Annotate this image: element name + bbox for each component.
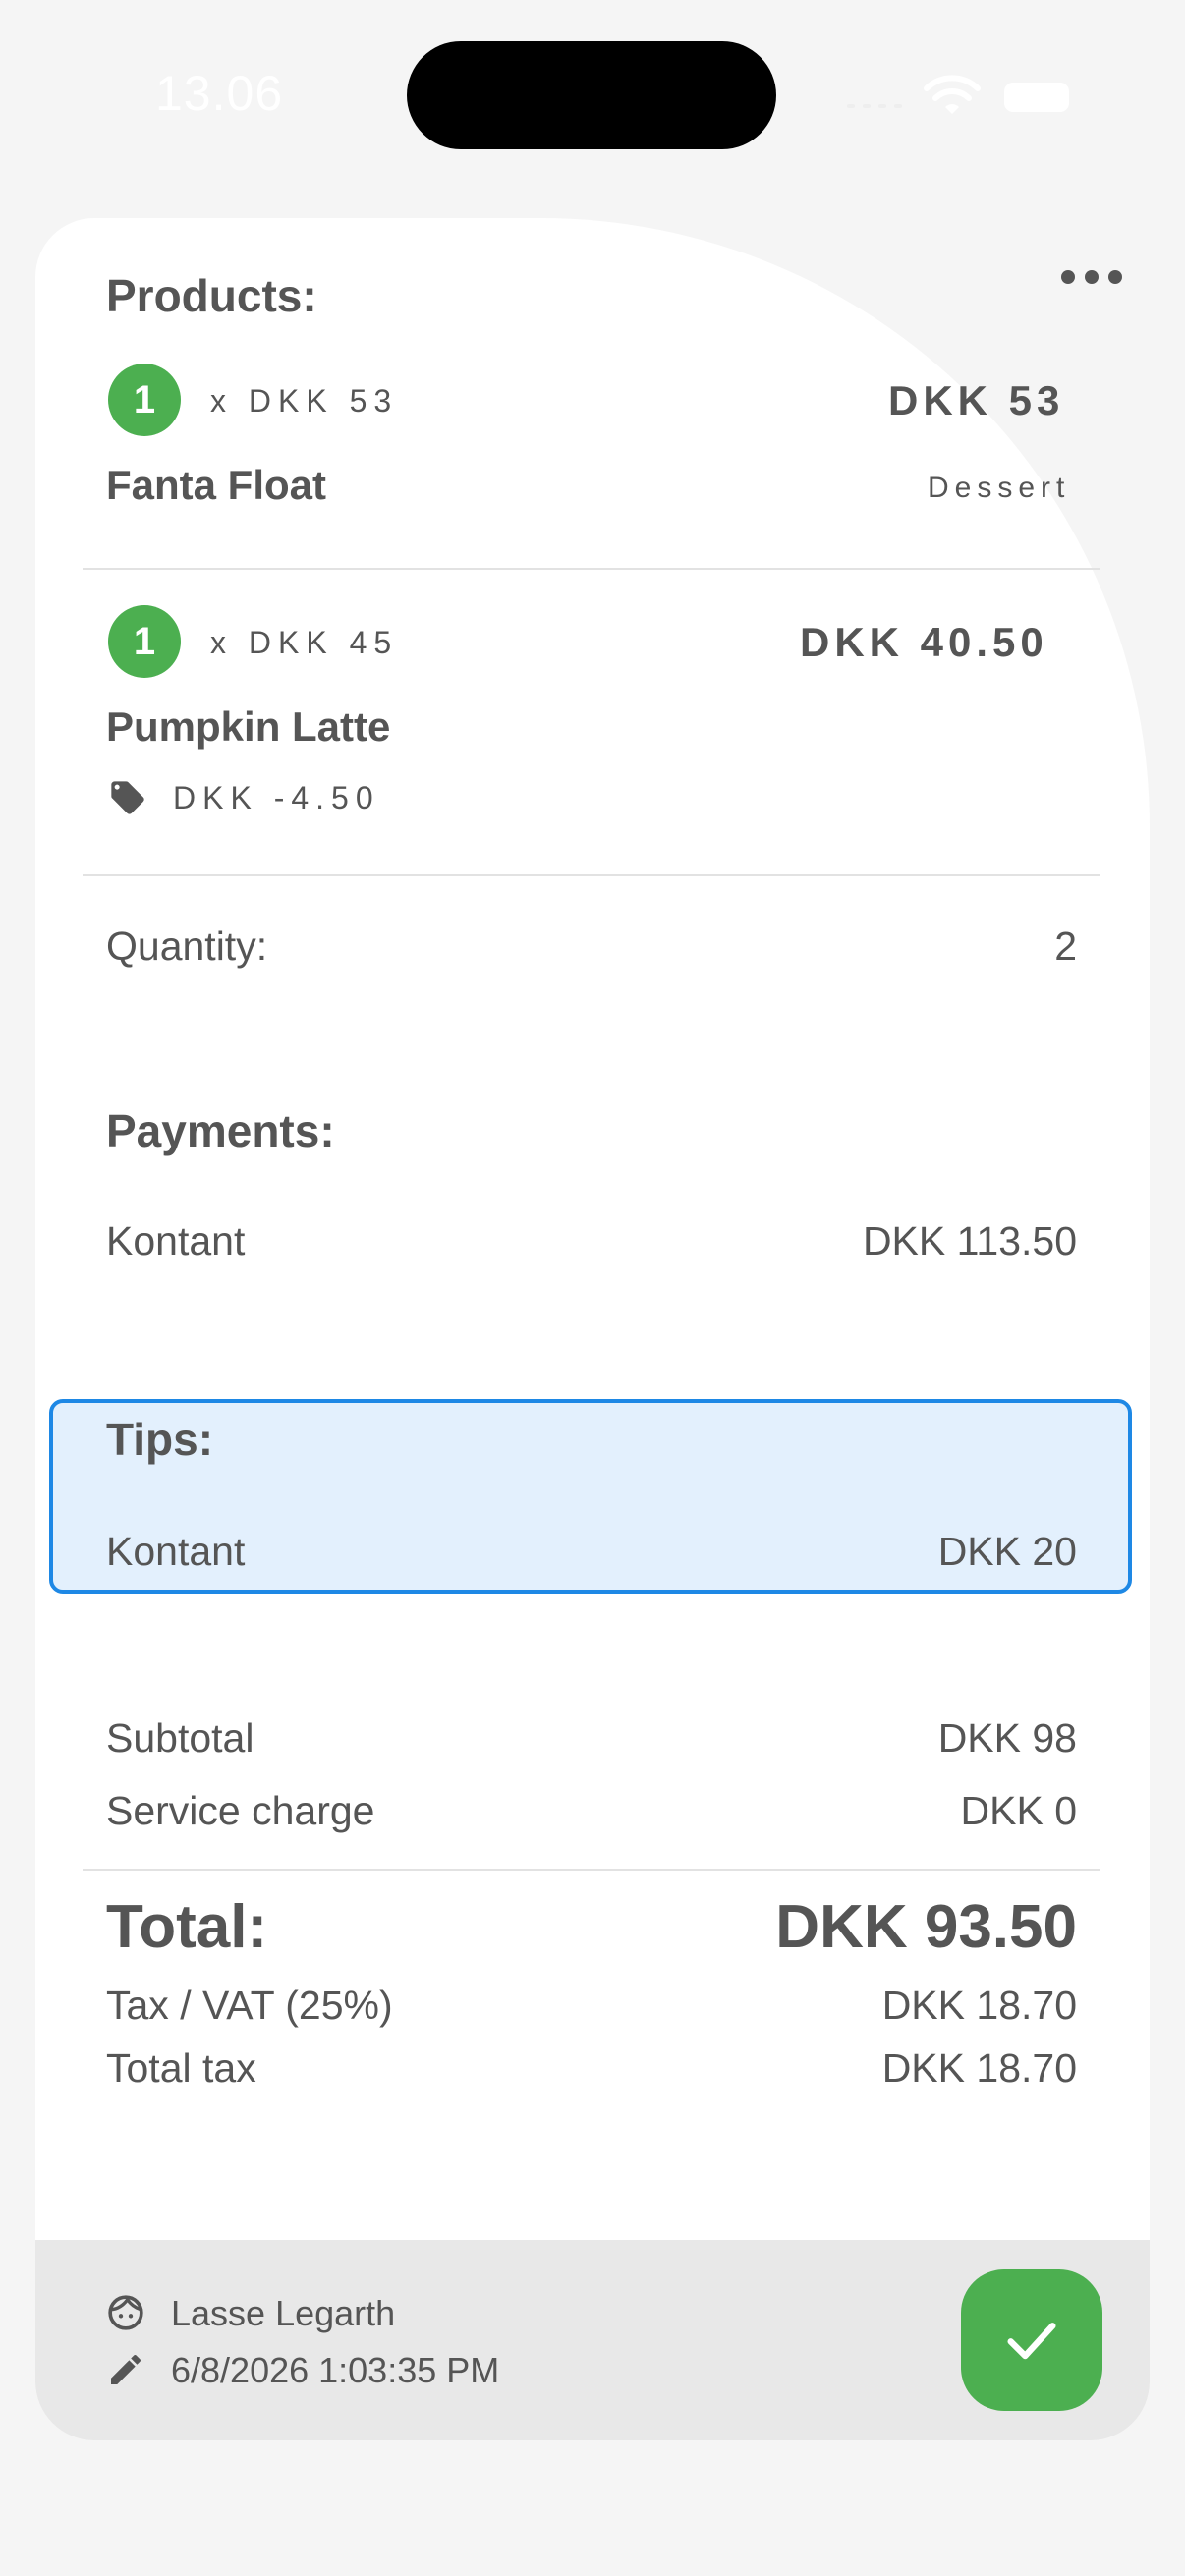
item-qty-badge: 1: [108, 364, 181, 436]
item-discount: DKK -4.50: [173, 780, 380, 815]
tips-amount: DKK 20: [937, 1529, 1077, 1574]
item-qty-badge: 1: [108, 605, 181, 678]
payments-title: Payments:: [106, 1105, 335, 1156]
total-value: DKK 93.50: [775, 1893, 1077, 1961]
more-options-icon[interactable]: [1061, 267, 1122, 287]
quantity-label: Quantity:: [106, 924, 268, 969]
service-charge-label: Service charge: [106, 1788, 375, 1833]
check-icon: [1007, 2323, 1056, 2360]
dynamic-island: [407, 41, 776, 149]
wifi-icon: [924, 75, 981, 114]
cellular-signal-icon: [847, 104, 902, 108]
status-time: 13.06: [155, 66, 284, 121]
item-line-total: DKK 53: [888, 377, 1065, 423]
confirm-button[interactable]: [961, 2269, 1102, 2411]
item-category: Dessert: [928, 472, 1071, 504]
battery-icon: [1004, 83, 1069, 112]
tips-method: Kontant: [106, 1529, 246, 1574]
divider: [83, 874, 1100, 876]
total-tax-label: Total tax: [106, 2045, 256, 2091]
quantity-value: 2: [1054, 924, 1077, 969]
payment-method: Kontant: [106, 1218, 246, 1263]
divider: [83, 568, 1100, 570]
pencil-icon: [111, 2354, 141, 2384]
products-title: Products:: [106, 270, 317, 321]
user-name: Lasse Legarth: [171, 2293, 396, 2333]
face-icon: [108, 2295, 143, 2330]
item-name[interactable]: Pumpkin Latte: [106, 703, 390, 751]
item-unit-price: x DKK 53: [210, 383, 399, 419]
tips-title: Tips:: [106, 1414, 214, 1465]
total-label: Total:: [106, 1893, 268, 1961]
timestamp: 6/8/2026 1:03:35 PM: [171, 2350, 500, 2390]
item-name[interactable]: Fanta Float: [106, 462, 326, 509]
subtotal-value: DKK 98: [937, 1715, 1077, 1761]
divider: [83, 1869, 1100, 1871]
item-unit-price: x DKK 45: [210, 625, 399, 660]
item-line-total: DKK 40.50: [800, 619, 1048, 665]
receipt-card: [35, 218, 1150, 2440]
vat-label: Tax / VAT (25%): [106, 1983, 393, 2028]
item-line-total-clip: DKK 53: [865, 377, 1075, 436]
total-tax-value: DKK 18.70: [881, 2045, 1077, 2091]
service-charge-value: DKK 0: [960, 1788, 1078, 1833]
payment-amount: DKK 113.50: [862, 1218, 1077, 1263]
tag-icon: [111, 781, 144, 814]
vat-value: DKK 18.70: [881, 1983, 1077, 2028]
subtotal-label: Subtotal: [106, 1715, 254, 1761]
